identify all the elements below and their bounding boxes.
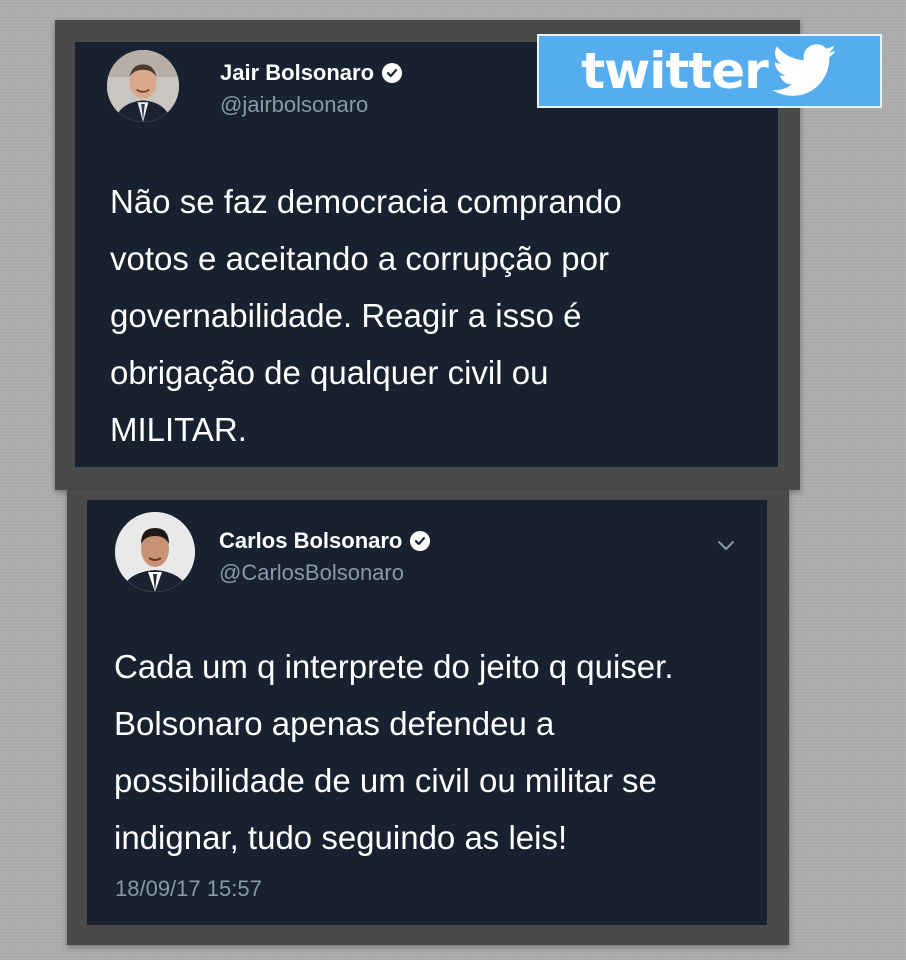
- twitter-wordmark: twitter: [581, 42, 769, 100]
- author-handle[interactable]: @jairbolsonaro: [220, 92, 402, 118]
- tweet-text: Cada um q interprete do jeito q quiser. …: [114, 648, 674, 856]
- tweet-text: Não se faz democracia comprando votos e …: [110, 183, 622, 448]
- author-name[interactable]: Carlos Bolsonaro: [219, 528, 402, 554]
- author-name[interactable]: Jair Bolsonaro: [220, 60, 374, 86]
- author-block: Carlos Bolsonaro @CarlosBolsonaro: [219, 528, 431, 586]
- author-handle[interactable]: @CarlosBolsonaro: [219, 560, 430, 586]
- verified-badge-icon: [410, 531, 431, 551]
- chevron-down-icon[interactable]: [715, 534, 737, 556]
- avatar[interactable]: [115, 512, 195, 592]
- twitter-logo: twitter: [537, 34, 882, 108]
- twitter-bird-icon: [772, 44, 837, 96]
- avatar[interactable]: [107, 50, 179, 122]
- tweet-card-carlos: Carlos Bolsonaro @CarlosBolsonaro Cada u…: [87, 500, 767, 925]
- verified-badge-icon: [382, 63, 403, 83]
- tweet-timestamp[interactable]: 18/09/17 15:57: [115, 876, 262, 902]
- author-block: Jair Bolsonaro @jairbolsonaro: [220, 60, 403, 118]
